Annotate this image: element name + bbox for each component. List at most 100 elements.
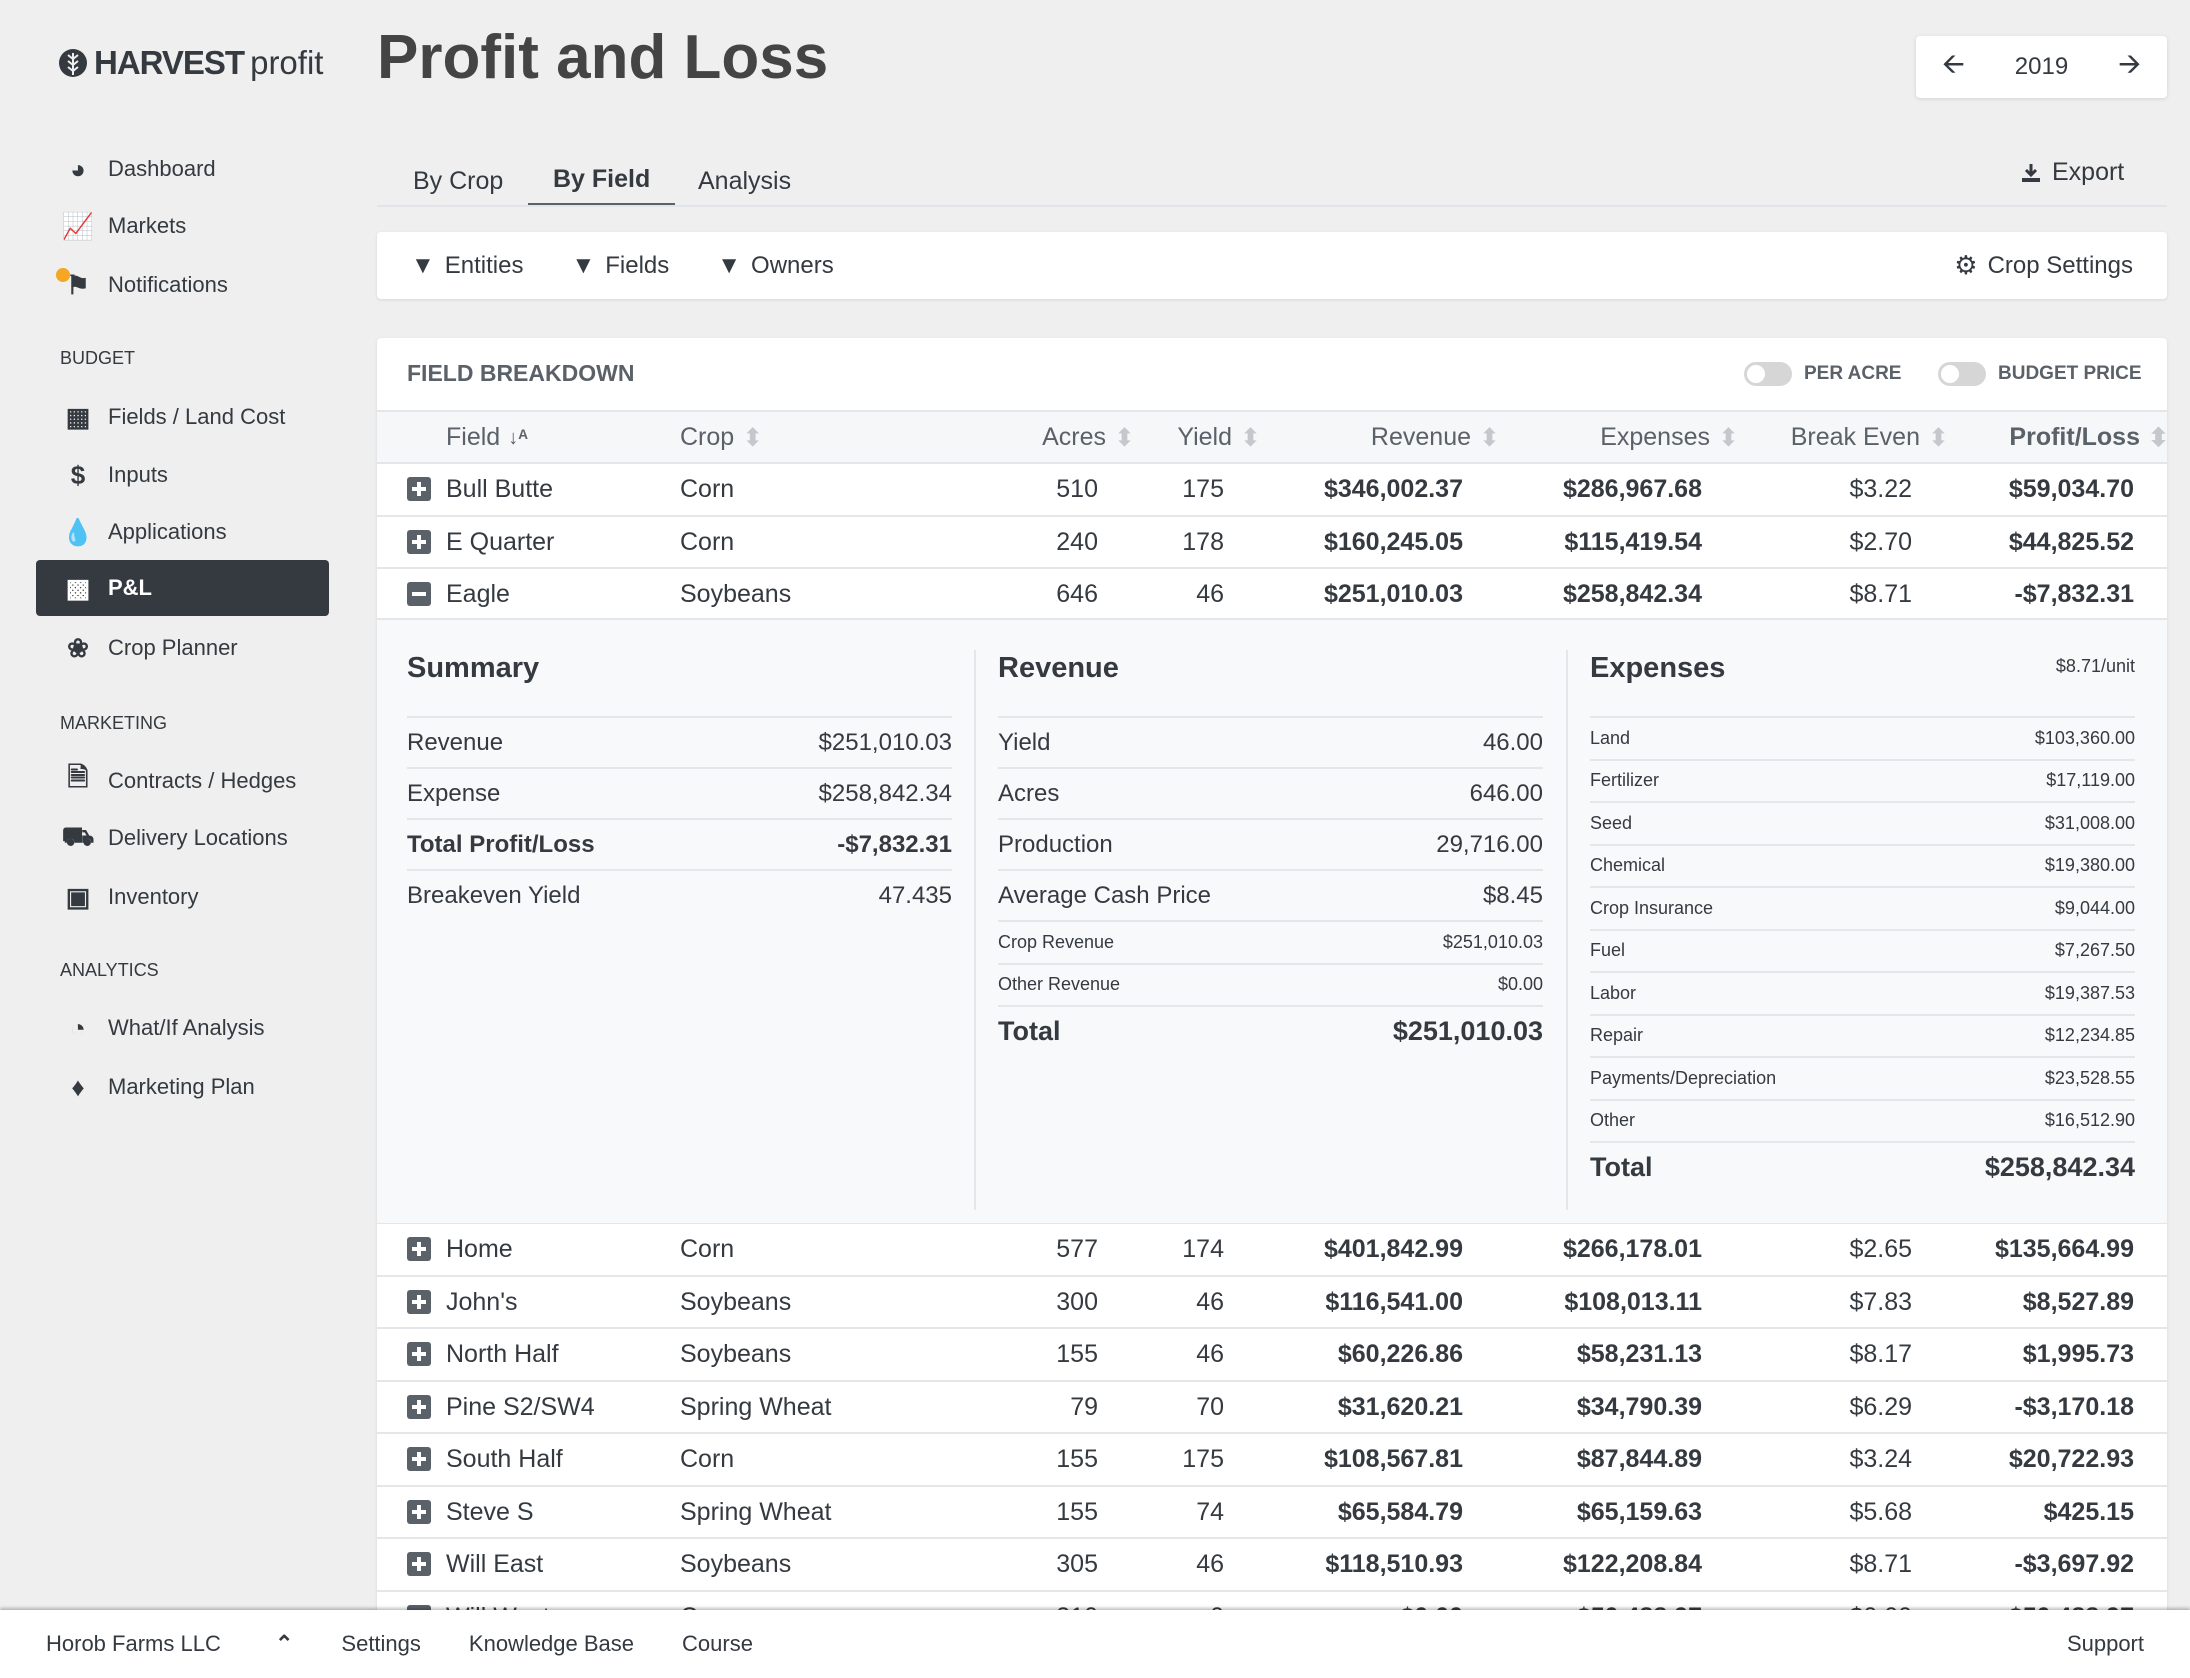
expand-icon[interactable] bbox=[407, 1394, 431, 1419]
table-row[interactable]: Steve S Spring Wheat 155 74 $65,584.79 $65,15… bbox=[377, 1484, 2167, 1538]
col-expenses[interactable]: Expenses ⬍ bbox=[1600, 412, 1739, 463]
per-acre-toggle[interactable]: PER ACRE bbox=[1744, 362, 1901, 386]
line-label: Yield bbox=[998, 728, 1051, 756]
expand-icon[interactable] bbox=[407, 1499, 431, 1524]
tab-by-field[interactable]: By Field bbox=[528, 156, 676, 206]
expand-icon[interactable] bbox=[407, 477, 431, 501]
detail-line: Fuel $7,267.50 bbox=[1590, 928, 2135, 972]
map-icon: ▦ bbox=[65, 401, 91, 432]
sidebar-item-contracts-hedges[interactable]: 🗎 Contracts / Hedges bbox=[36, 753, 329, 809]
table-row[interactable]: Will East Soybeans 305 46 $118,510.93 $122,20… bbox=[377, 1537, 2167, 1590]
cell-revenue: $116,541.00 bbox=[1325, 1287, 1463, 1316]
cell-revenue: $251,010.03 bbox=[1323, 580, 1463, 608]
cell-revenue: $401,842.99 bbox=[1323, 1235, 1463, 1263]
line-label: Crop Insurance bbox=[1590, 897, 1714, 918]
expand-icon[interactable] bbox=[407, 1447, 431, 1471]
cell-expenses: $266,178.01 bbox=[1562, 1235, 1702, 1263]
cell-revenue: $118,510.93 bbox=[1325, 1550, 1463, 1578]
expand-icon[interactable] bbox=[407, 1342, 431, 1366]
filter-entities[interactable]: ▼ Entities bbox=[411, 252, 523, 280]
detail-total: Total $258,842.34 bbox=[1590, 1141, 2135, 1192]
col-crop[interactable]: Crop ⬍ bbox=[680, 412, 763, 463]
footer-settings-link[interactable]: Settings bbox=[341, 1631, 421, 1657]
field-name: E Quarter bbox=[446, 527, 555, 556]
filter-fields[interactable]: ▼ Fields bbox=[571, 252, 669, 280]
sidebar-item-applications[interactable]: 💧 Applications bbox=[36, 504, 329, 560]
tab-analysis[interactable]: Analysis bbox=[673, 156, 816, 206]
expand-icon[interactable] bbox=[407, 529, 431, 554]
budget-price-toggle[interactable]: BUDGET PRICE bbox=[1938, 362, 2142, 386]
field-name: South Half bbox=[446, 1445, 563, 1473]
table-row[interactable]: North Half Soybeans 155 46 $60,226.86 $58,231… bbox=[377, 1327, 2167, 1380]
collapse-icon[interactable] bbox=[407, 582, 431, 606]
sidebar-item-markets[interactable]: 📈 Markets bbox=[36, 198, 329, 254]
sidebar-item-label: Applications bbox=[108, 519, 227, 544]
line-value: $19,387.53 bbox=[2044, 982, 2135, 1003]
summary-column: Summary Revenue $251,010.03 Expense $258,842… bbox=[407, 620, 952, 920]
tab-by-crop[interactable]: By Crop bbox=[388, 156, 528, 206]
cell-revenue: $65,584.79 bbox=[1337, 1497, 1463, 1526]
cell-profit: $425.15 bbox=[2043, 1497, 2134, 1526]
crop-settings-button[interactable]: ⚙ Crop Settings bbox=[1954, 250, 2133, 281]
sort-icon: ⬍ bbox=[1928, 424, 1949, 453]
line-value: $17,119.00 bbox=[2046, 770, 2135, 791]
footer-knowledge-base-link[interactable]: Knowledge Base bbox=[469, 1631, 634, 1657]
sidebar-item-crop-planner[interactable]: ❀ Crop Planner bbox=[36, 620, 329, 676]
toggle-switch[interactable] bbox=[1744, 362, 1792, 386]
sidebar-item-p-l[interactable]: ▩ P&L bbox=[36, 560, 329, 616]
wheat-logo-icon bbox=[59, 49, 87, 77]
sidebar-item-inputs[interactable]: $ Inputs bbox=[36, 447, 329, 503]
col-yield[interactable]: Yield ⬍ bbox=[1177, 412, 1261, 463]
line-label: Other bbox=[1590, 1110, 1636, 1131]
filter-label: Fields bbox=[605, 251, 670, 279]
cell-revenue: $31,620.21 bbox=[1337, 1392, 1463, 1421]
table-row[interactable]: Bull Butte Corn 510 175 $346,002.37 $286,967.… bbox=[377, 462, 2167, 515]
arrow-left-icon[interactable]: 🡨 bbox=[1942, 43, 1965, 91]
cell-crop: Spring Wheat bbox=[680, 1497, 832, 1526]
line-value: $258,842.34 bbox=[818, 779, 952, 807]
per-unit-cost: $8.71/unit bbox=[2055, 656, 2135, 676]
filter-label: Owners bbox=[751, 251, 834, 279]
table-row[interactable]: E Quarter Corn 240 178 $160,245.05 $115,419.5… bbox=[377, 514, 2167, 568]
expand-icon[interactable] bbox=[407, 1552, 431, 1576]
tab-divider bbox=[377, 205, 2167, 207]
detail-line: Land $103,360.00 bbox=[1590, 716, 2135, 759]
sort-icon: ⬍ bbox=[1114, 424, 1135, 453]
col-revenue[interactable]: Revenue ⬍ bbox=[1371, 412, 1500, 463]
col-profit-loss[interactable]: Profit/Loss ⬍ bbox=[2009, 412, 2167, 463]
toggle-switch[interactable] bbox=[1938, 362, 1986, 386]
col-field[interactable]: Field ↓ᴬ bbox=[446, 412, 528, 463]
logo[interactable]: HARVEST profit bbox=[58, 44, 323, 82]
summary-title: Summary bbox=[407, 652, 540, 684]
arrow-right-icon[interactable]: 🡪 bbox=[2118, 43, 2141, 91]
footer-support-link[interactable]: Support bbox=[2067, 1631, 2144, 1657]
table-row[interactable]: Eagle Soybeans 646 46 $251,010.03 $258,842.34… bbox=[377, 567, 2167, 620]
sidebar-item-marketing-plan[interactable]: ♦ Marketing Plan bbox=[36, 1059, 329, 1115]
table-row[interactable]: John's Soybeans 300 46 $116,541.00 $108,013.1… bbox=[377, 1274, 2167, 1328]
cell-expenses: $34,790.39 bbox=[1576, 1392, 1702, 1421]
sidebar-item-what-if-analysis[interactable]: ◔ What/If Analysis bbox=[36, 1000, 329, 1056]
col-break-even[interactable]: Break Even ⬍ bbox=[1791, 412, 1949, 463]
warehouse-icon: ▣ bbox=[65, 881, 91, 912]
cell-profit: -$3,697.92 bbox=[2014, 1550, 2134, 1578]
detail-line: Payments/Depreciation $23,528.55 bbox=[1590, 1056, 2135, 1099]
export-button[interactable]: Export bbox=[2020, 158, 2124, 187]
truck-icon: ⛟ bbox=[61, 820, 95, 851]
sidebar-item-fields-land-cost[interactable]: ▦ Fields / Land Cost bbox=[36, 389, 329, 445]
footer-course-link[interactable]: Course bbox=[682, 1631, 753, 1657]
table-row[interactable]: Home Corn 577 174 $401,842.99 $266,178.01 $2.6… bbox=[377, 1222, 2167, 1275]
filter-owners[interactable]: ▼ Owners bbox=[717, 252, 833, 280]
cell-break-even: $8.71 bbox=[1849, 1550, 1912, 1578]
table-row[interactable]: Pine S2/SW4 Spring Wheat 79 70 $31,620.21 $34… bbox=[377, 1379, 2167, 1433]
filter-icon: ▼ bbox=[571, 251, 596, 279]
organization-switcher[interactable]: Horob Farms LLC ⌃ bbox=[46, 1631, 293, 1657]
expand-icon[interactable] bbox=[407, 1289, 431, 1314]
sidebar-item-delivery-locations[interactable]: ⛟ Delivery Locations bbox=[36, 810, 329, 866]
sidebar-item-notifications[interactable]: ⚑ Notifications bbox=[36, 257, 329, 313]
line-label: Other Revenue bbox=[998, 974, 1121, 995]
sidebar-item-dashboard[interactable]: ◕ Dashboard bbox=[36, 141, 329, 197]
col-acres[interactable]: Acres ⬍ bbox=[1042, 412, 1135, 463]
expand-icon[interactable] bbox=[407, 1237, 431, 1261]
table-row[interactable]: South Half Corn 155 175 $108,567.81 $87,844.8… bbox=[377, 1432, 2167, 1485]
sidebar-item-inventory[interactable]: ▣ Inventory bbox=[36, 869, 329, 925]
